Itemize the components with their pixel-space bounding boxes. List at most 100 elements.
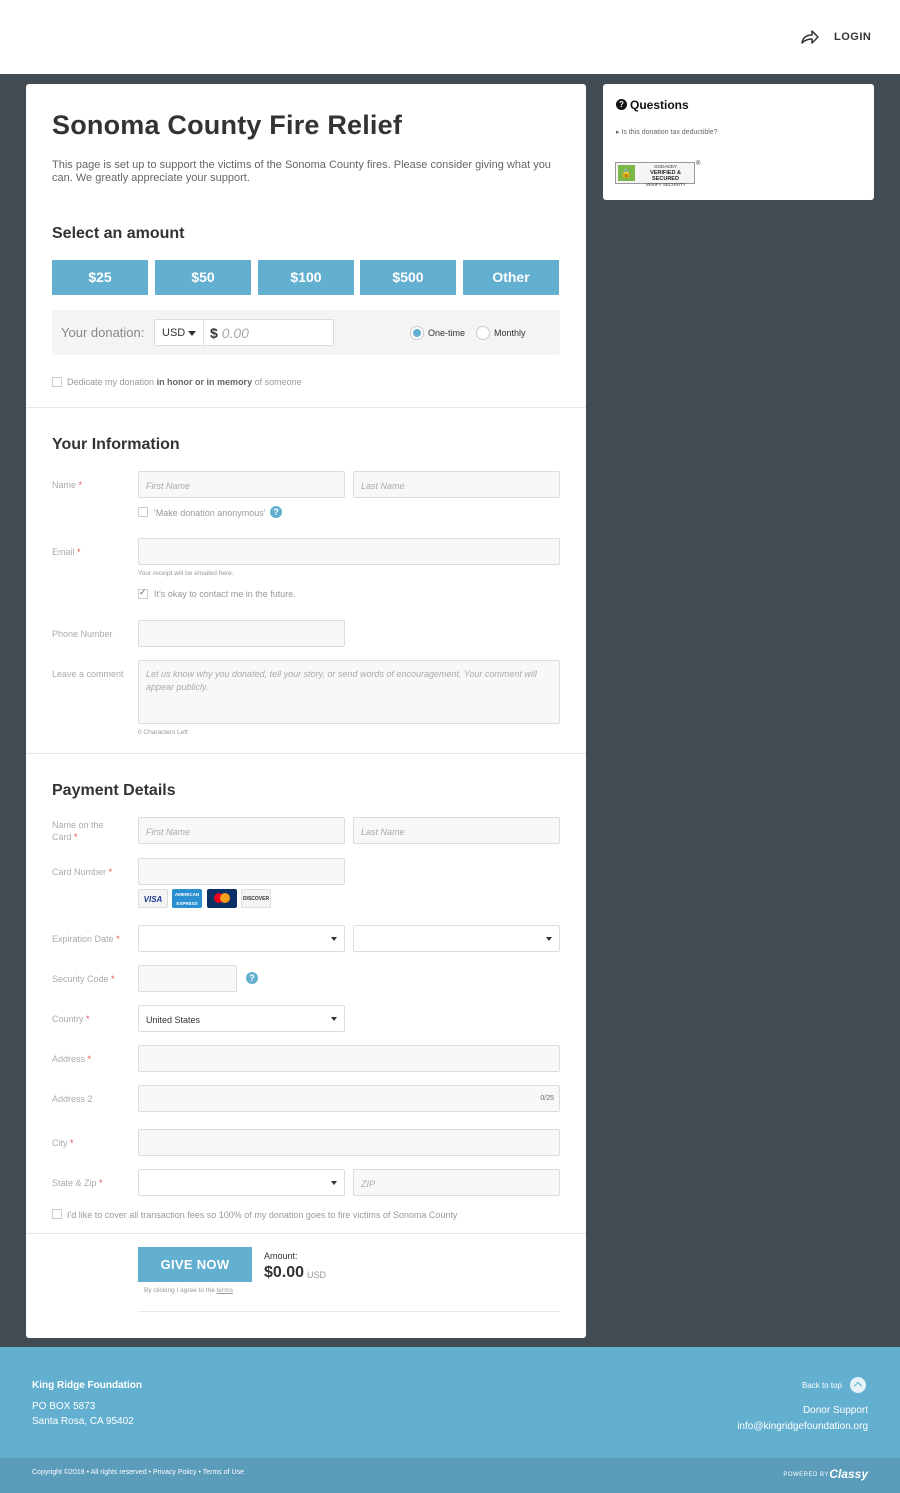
phone-input[interactable] [138, 620, 345, 647]
lock-icon: 🔒 [618, 165, 635, 181]
back-to-top-link[interactable]: Back to top [802, 1381, 842, 1390]
give-now-button[interactable]: GIVE NOW [138, 1247, 252, 1282]
amount-button-25[interactable]: $25 [52, 260, 148, 295]
city-input[interactable] [138, 1129, 560, 1156]
chevron-down-icon [331, 1181, 337, 1185]
email-label: Email * [52, 547, 81, 557]
anonymous-checkbox[interactable] [138, 507, 148, 517]
help-icon[interactable]: ? [270, 506, 282, 518]
one-time-radio[interactable] [410, 326, 424, 340]
your-information-heading: Your Information [52, 436, 180, 453]
chevron-down-icon [188, 331, 196, 336]
card-number-input[interactable] [138, 858, 345, 885]
dedicate-label: Dedicate my donation in honor or in memo… [67, 377, 302, 387]
donation-amount-placeholder: 0.00 [221, 325, 249, 341]
donation-form-card: Sonoma County Fire Relief This page is s… [26, 84, 586, 1338]
terms-link[interactable]: terms [217, 1287, 233, 1294]
address2-counter: 0/25 [540, 1095, 554, 1102]
address2-label: Address 2 [52, 1094, 93, 1104]
monthly-label: Monthly [494, 328, 526, 338]
amex-icon: AMERICAN EXPRESS [172, 889, 202, 908]
footer-address-line2: Santa Rosa, CA 95402 [32, 1416, 134, 1427]
card-first-name-input[interactable]: First Name [138, 817, 345, 844]
footer: King Ridge Foundation PO BOX 5873 Santa … [0, 1347, 900, 1458]
amount-button-other[interactable]: Other [463, 260, 559, 295]
country-select[interactable]: United States [138, 1005, 345, 1032]
amount-button-50[interactable]: $50 [155, 260, 251, 295]
donation-label: Your donation: [61, 325, 145, 340]
copyright: Copyright ©2018 • All rights reserved • … [32, 1469, 244, 1476]
cover-fees-checkbox[interactable] [52, 1209, 62, 1219]
state-select[interactable] [138, 1169, 345, 1196]
footer-bottom-bar: Copyright ©2018 • All rights reserved • … [0, 1458, 900, 1493]
first-name-input[interactable]: First Name [138, 471, 345, 498]
chevron-up-icon[interactable] [850, 1377, 866, 1393]
characters-left: 0 Characters Left [138, 729, 188, 736]
section-divider [26, 753, 586, 754]
login-link[interactable]: LOGIN [834, 31, 871, 43]
card-number-label: Card Number * [52, 867, 113, 877]
anonymous-label: 'Make donation anonymous' [154, 508, 266, 518]
state-zip-label: State & Zip * [52, 1178, 103, 1188]
city-label: City * [52, 1138, 74, 1148]
campaign-intro: This page is set up to support the victi… [52, 159, 551, 184]
zip-input[interactable]: ZIP [353, 1169, 560, 1196]
cover-fees-label: I'd like to cover all transaction fees s… [67, 1210, 458, 1220]
currency-symbol: $ [210, 325, 218, 341]
contact-checkbox[interactable] [138, 587, 148, 599]
donation-panel: Your donation: USD $ 0.00 One-time Month… [52, 310, 560, 355]
email-input[interactable] [138, 538, 560, 565]
currency-value: USD [162, 327, 186, 339]
terms-agreement: By clicking I agree to the terms [144, 1287, 233, 1294]
section-divider [26, 1233, 586, 1234]
chevron-down-icon [546, 937, 552, 941]
amount-button-500[interactable]: $500 [360, 260, 456, 295]
share-icon[interactable] [800, 28, 820, 46]
amount-button-100[interactable]: $100 [258, 260, 354, 295]
help-icon[interactable]: ? [246, 972, 258, 984]
badge-text: GODADDY VERIFIED & SECURED VERIFY SECURI… [645, 164, 686, 187]
security-code-label: Security Code * [52, 974, 115, 984]
footer-address-line1: PO BOX 5873 [32, 1401, 96, 1412]
discover-icon: DISCOVER [241, 889, 271, 908]
questions-card: ? Questions ▸ Is this donation tax deduc… [603, 84, 874, 200]
address-input[interactable] [138, 1045, 560, 1072]
comment-textarea[interactable]: Let us know why you donated, tell your s… [138, 660, 560, 724]
donor-support-link[interactable]: Donor Support [803, 1405, 868, 1416]
dedicate-checkbox[interactable] [52, 377, 62, 387]
privacy-policy-link[interactable]: Privacy Policy [153, 1469, 197, 1476]
address-label: Address * [52, 1054, 92, 1064]
questions-title: Questions [630, 98, 689, 112]
chevron-down-icon [331, 1017, 337, 1021]
card-last-name-input[interactable]: Last Name [353, 817, 560, 844]
chevron-down-icon [331, 937, 337, 941]
country-label: Country * [52, 1014, 90, 1024]
donation-amount-input[interactable]: $ 0.00 [203, 319, 334, 346]
amount-total: $0.00 [264, 1264, 305, 1281]
expiration-year-select[interactable] [353, 925, 560, 952]
last-name-input[interactable]: Last Name [353, 471, 560, 498]
godaddy-security-badge[interactable]: 🔒 GODADDY VERIFIED & SECURED VERIFY SECU… [615, 162, 695, 187]
monthly-radio[interactable] [476, 326, 490, 340]
card-name-label: Name on the Card * [52, 820, 104, 842]
classy-logo[interactable]: Classy [829, 1467, 868, 1481]
country-value: United States [146, 1015, 201, 1025]
bottom-divider [138, 1311, 560, 1312]
powered-by-label: POWERED BY [783, 1472, 829, 1478]
footer-email-link[interactable]: info@kingridgefoundation.org [737, 1421, 868, 1432]
expiration-month-select[interactable] [138, 925, 345, 952]
tax-deductible-link[interactable]: ▸ Is this donation tax deductible? [616, 128, 718, 136]
name-label: Name * [52, 480, 83, 490]
page-title: Sonoma County Fire Relief [52, 110, 403, 140]
terms-of-use-link[interactable]: Terms of Use [203, 1469, 244, 1476]
section-divider [26, 407, 586, 408]
select-amount-heading: Select an amount [52, 225, 185, 242]
currency-select[interactable]: USD [154, 319, 204, 346]
security-code-input[interactable] [138, 965, 237, 992]
address2-input[interactable]: 0/25 [138, 1085, 560, 1112]
mastercard-icon [207, 889, 237, 908]
registered-mark: ® [696, 161, 701, 167]
expiration-label: Expiration Date * [52, 934, 120, 944]
visa-icon: VISA [138, 889, 168, 908]
footer-org-name: King Ridge Foundation [32, 1380, 142, 1391]
